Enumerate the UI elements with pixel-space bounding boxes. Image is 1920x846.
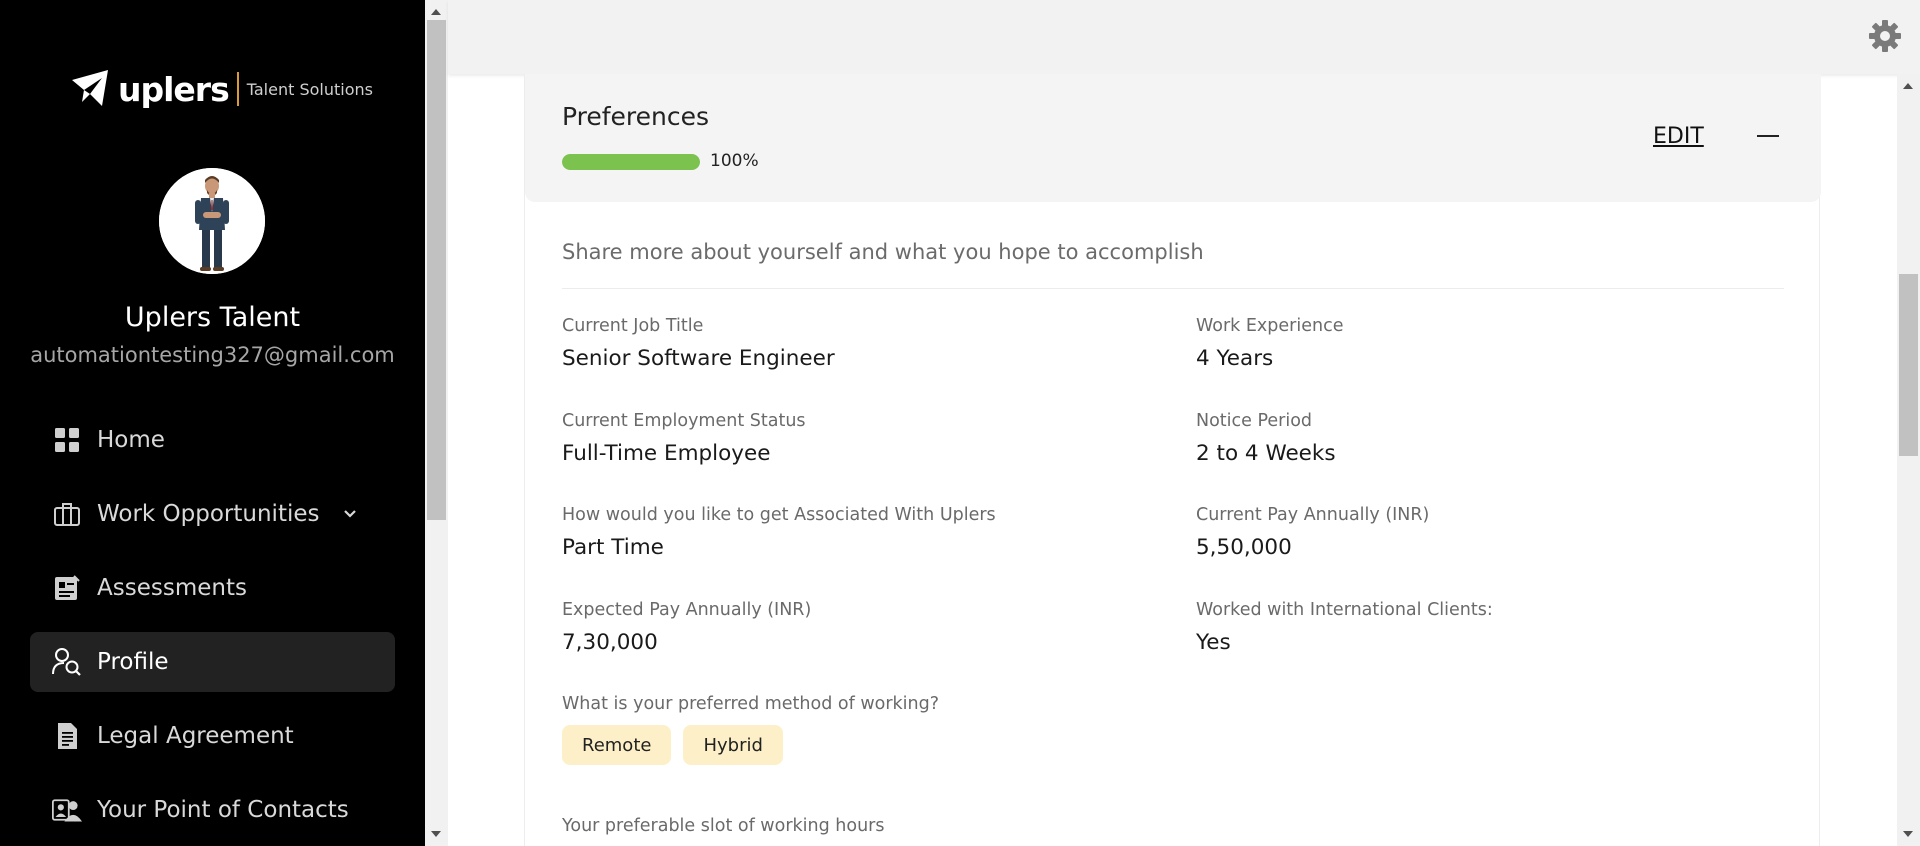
logo-wordmark: uplers bbox=[118, 69, 230, 109]
contacts-icon bbox=[52, 795, 82, 825]
chevron-down-icon[interactable] bbox=[342, 506, 358, 522]
field-label: Work Experience bbox=[1196, 316, 1344, 336]
field-expected-pay: Expected Pay Annually (INR) 7,30,000 bbox=[562, 600, 811, 655]
preferences-card: Preferences 100% EDIT Share more about y… bbox=[524, 74, 1821, 846]
sidebar-item-assessments[interactable]: Assessments bbox=[30, 558, 395, 618]
field-working-method: What is your preferred method of working… bbox=[562, 694, 939, 714]
scroll-down-arrow-icon[interactable] bbox=[1903, 831, 1913, 837]
sidebar-item-label: Profile bbox=[97, 649, 169, 675]
uplers-logo[interactable]: uplers Talent Solutions bbox=[68, 66, 373, 112]
scrollbar-thumb[interactable] bbox=[427, 20, 446, 520]
logo-separator bbox=[236, 72, 239, 106]
sidebar-item-label: Work Opportunities bbox=[97, 501, 320, 527]
section-title: Preferences bbox=[562, 102, 710, 131]
field-value: Yes bbox=[1196, 630, 1231, 655]
field-label: What is your preferred method of working… bbox=[562, 694, 940, 714]
profile-search-icon bbox=[52, 647, 82, 677]
briefcase-icon bbox=[52, 499, 82, 529]
field-value: Full-Time Employee bbox=[562, 441, 771, 466]
main-scrollbar[interactable] bbox=[1897, 74, 1920, 846]
sidebar-item-label: Assessments bbox=[97, 575, 247, 601]
field-current-job-title: Current Job Title Senior Software Engine… bbox=[562, 316, 835, 371]
field-value: 5,50,000 bbox=[1196, 535, 1292, 560]
sidebar-item-profile[interactable]: Profile bbox=[30, 632, 395, 692]
chip-remote: Remote bbox=[562, 725, 672, 765]
avatar[interactable] bbox=[159, 168, 265, 274]
field-notice-period: Notice Period 2 to 4 Weeks bbox=[1196, 411, 1336, 466]
field-association-type: How would you like to get Associated Wit… bbox=[562, 505, 996, 560]
field-value: 4 Years bbox=[1196, 346, 1274, 371]
avatar-illustration bbox=[159, 168, 265, 274]
field-label: Notice Period bbox=[1196, 411, 1313, 431]
progress-percent: 100% bbox=[710, 151, 759, 171]
sidebar-item-work-opportunities[interactable]: Work Opportunities bbox=[30, 484, 395, 544]
section-description: Share more about yourself and what you h… bbox=[562, 240, 1204, 264]
scroll-up-arrow-icon[interactable] bbox=[431, 9, 441, 15]
user-email: automationtesting327@gmail.com bbox=[30, 343, 395, 367]
field-label: Current Job Title bbox=[562, 316, 704, 336]
field-working-hours-slot-label: Your preferable slot of working hours bbox=[562, 816, 885, 836]
field-label: Expected Pay Annually (INR) bbox=[562, 600, 812, 620]
preferences-header: Preferences 100% EDIT bbox=[525, 74, 1821, 202]
sidebar-item-label: Home bbox=[97, 427, 165, 453]
progress-fill bbox=[562, 154, 700, 170]
field-current-pay: Current Pay Annually (INR) 5,50,000 bbox=[1196, 505, 1429, 560]
sidebar-item-label: Your Point of Contacts bbox=[97, 797, 349, 823]
sidebar: uplers Talent Solutions Uplers Talent au… bbox=[0, 0, 425, 846]
sidebar-nav: Home Work Opportunities Assessments Prof… bbox=[30, 410, 395, 846]
field-value: 7,30,000 bbox=[562, 630, 658, 655]
field-label: Current Employment Status bbox=[562, 411, 806, 431]
field-international-clients: Worked with International Clients: Yes bbox=[1196, 600, 1493, 655]
field-label: Worked with International Clients: bbox=[1196, 600, 1493, 620]
document-icon bbox=[52, 721, 82, 751]
uplers-logo-mark-icon bbox=[72, 70, 108, 106]
scrollbar-thumb[interactable] bbox=[1899, 274, 1918, 456]
scroll-up-arrow-icon[interactable] bbox=[1903, 83, 1913, 89]
field-value: Senior Software Engineer bbox=[562, 346, 835, 371]
edit-button[interactable]: EDIT bbox=[1653, 124, 1704, 149]
logo-tagline: Talent Solutions bbox=[246, 79, 373, 99]
grid-icon bbox=[52, 425, 82, 455]
field-value: Part Time bbox=[562, 535, 664, 560]
field-label: Current Pay Annually (INR) bbox=[1196, 505, 1430, 525]
sidebar-item-label: Legal Agreement bbox=[97, 723, 294, 749]
user-name: Uplers Talent bbox=[124, 302, 301, 333]
scroll-down-arrow-icon[interactable] bbox=[431, 831, 441, 837]
top-bar bbox=[448, 0, 1920, 74]
sidebar-item-legal-agreement[interactable]: Legal Agreement bbox=[30, 706, 395, 766]
minus-icon bbox=[1757, 135, 1779, 137]
sidebar-item-point-of-contacts[interactable]: Your Point of Contacts bbox=[30, 780, 395, 840]
sidebar-item-home[interactable]: Home bbox=[30, 410, 395, 470]
assessment-icon bbox=[52, 573, 82, 603]
sidebar-scrollbar[interactable] bbox=[425, 0, 448, 846]
field-label: How would you like to get Associated Wit… bbox=[562, 505, 996, 525]
collapse-button[interactable] bbox=[1753, 126, 1783, 146]
field-employment-status: Current Employment Status Full-Time Empl… bbox=[562, 411, 806, 466]
chip-hybrid: Hybrid bbox=[683, 725, 783, 765]
completion-progress-bar bbox=[562, 154, 700, 170]
divider bbox=[562, 288, 1784, 289]
gear-icon[interactable] bbox=[1868, 19, 1902, 53]
working-method-chips: Remote Hybrid bbox=[562, 725, 783, 765]
field-work-experience: Work Experience 4 Years bbox=[1196, 316, 1343, 371]
field-value: 2 to 4 Weeks bbox=[1196, 441, 1336, 466]
